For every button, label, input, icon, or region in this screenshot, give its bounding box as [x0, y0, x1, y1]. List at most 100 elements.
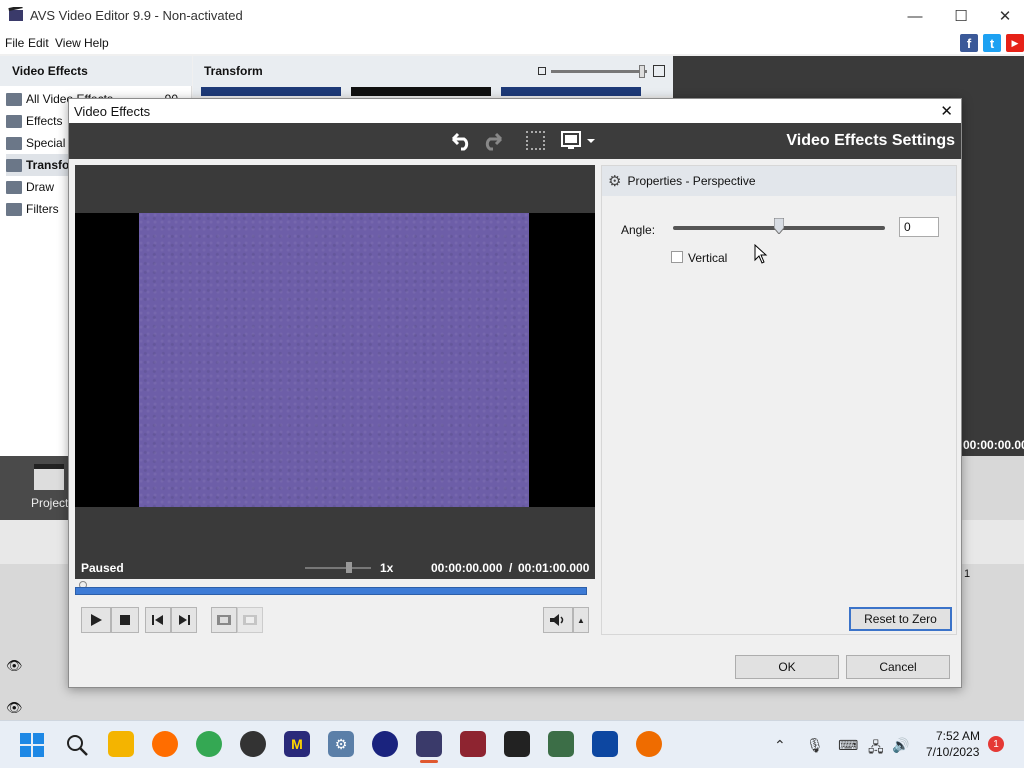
chrome-icon[interactable]: [196, 731, 222, 757]
mark-out-button[interactable]: [237, 607, 263, 633]
firefox-icon[interactable]: [152, 731, 178, 757]
app-titlebar: AVS Video Editor 9.9 - Non-activated — ☐…: [0, 0, 1024, 32]
folder-icon: [6, 136, 22, 150]
next-frame-button[interactable]: [171, 607, 197, 633]
mouse-cursor-icon: [754, 243, 768, 267]
redo-icon[interactable]: [481, 131, 505, 154]
folder-icon: [6, 92, 22, 106]
taskbar-time[interactable]: 7:52 AM: [936, 729, 980, 743]
timeline-ruler-mark: 1: [964, 568, 971, 580]
volume-button[interactable]: [543, 607, 573, 633]
transform-panel-header: Transform: [193, 56, 673, 96]
video-effects-header: Video Effects: [0, 56, 192, 86]
folder-icon: [6, 158, 22, 172]
ok-button[interactable]: OK: [735, 655, 839, 679]
maximize-button[interactable]: ☐: [938, 0, 984, 32]
app-m-icon[interactable]: M: [284, 731, 310, 757]
active-app-indicator: [420, 760, 438, 763]
video-image: [139, 213, 529, 507]
previous-frame-button[interactable]: [145, 607, 171, 633]
file-explorer-icon[interactable]: [108, 731, 134, 757]
menu-file[interactable]: File: [5, 36, 24, 50]
speed-slider[interactable]: [305, 567, 371, 569]
chevron-up-icon[interactable]: ⌃: [774, 737, 786, 754]
eye-icon[interactable]: 👁: [6, 700, 23, 716]
settings-gear-icon[interactable]: ⚙: [328, 731, 354, 757]
notification-badge[interactable]: 1: [988, 736, 1004, 752]
video-app-icon[interactable]: [592, 731, 618, 757]
cancel-button[interactable]: Cancel: [846, 655, 950, 679]
twitter-icon[interactable]: t: [983, 34, 1001, 52]
reset-to-zero-button[interactable]: Reset to Zero: [849, 607, 952, 631]
taskbar-date[interactable]: 7/10/2023: [926, 745, 979, 759]
menu-edit[interactable]: Edit: [28, 36, 49, 50]
playback-status-bar: Paused 1x 00:00:00.000 / 00:01:00.000: [75, 557, 595, 579]
network-icon[interactable]: 🖧: [868, 737, 884, 761]
keyboard-icon[interactable]: ⌨: [838, 737, 858, 754]
thumbnail-size-slider[interactable]: [551, 70, 647, 73]
play-button[interactable]: [81, 607, 111, 633]
volume-expand-icon[interactable]: ▲: [573, 607, 589, 633]
time-separator: /: [509, 561, 513, 575]
dialog-title: Video Effects: [74, 104, 151, 119]
playback-controls: ▲: [75, 607, 595, 635]
gear-icon: ⚙: [608, 173, 622, 190]
speaker-icon[interactable]: 🔊: [892, 737, 909, 754]
effect-thumbnail[interactable]: [501, 87, 641, 96]
timeline-toolbar-right: [962, 520, 1024, 564]
eye-icon[interactable]: 👁: [6, 658, 23, 674]
app-window-icon[interactable]: [548, 731, 574, 757]
microphone-icon[interactable]: 🎙: [806, 737, 824, 754]
thumbnail-slider-handle[interactable]: [639, 65, 645, 78]
close-window-button[interactable]: ✕: [982, 0, 1024, 32]
small-thumb-icon[interactable]: [538, 67, 546, 75]
avs-editor-taskbar-icon[interactable]: [416, 731, 442, 757]
total-time: 00:01:00.000: [518, 561, 590, 575]
timeline-toolbar: [0, 520, 70, 564]
clapperboard-icon: [34, 464, 64, 490]
facebook-icon[interactable]: f: [960, 34, 978, 52]
effect-thumbnail[interactable]: [201, 87, 341, 96]
folder-icon: [6, 202, 22, 216]
vertical-label: Vertical: [688, 251, 728, 265]
windows-start-icon[interactable]: [20, 733, 44, 760]
search-icon[interactable]: [65, 733, 89, 760]
video-effects-dialog: Video Effects ✕ Video Effects Settings P…: [68, 98, 962, 688]
app-round-icon[interactable]: [372, 731, 398, 757]
minimize-button[interactable]: —: [892, 0, 938, 32]
undo-icon[interactable]: [449, 131, 473, 154]
fl-studio-icon[interactable]: [636, 731, 662, 757]
winrar-icon[interactable]: [460, 731, 486, 757]
dialog-toolbar: Video Effects Settings: [69, 123, 961, 159]
folder-icon: [6, 180, 22, 194]
menu-help[interactable]: Help: [84, 36, 109, 50]
speed-slider-handle[interactable]: [346, 562, 352, 573]
menu-view[interactable]: View: [55, 36, 81, 50]
angle-slider-handle[interactable]: [773, 217, 785, 235]
youtube-icon[interactable]: ▶: [1006, 34, 1024, 52]
settings-heading: Video Effects Settings: [786, 132, 955, 149]
vertical-checkbox[interactable]: [671, 251, 683, 263]
seek-bar[interactable]: [75, 587, 587, 595]
current-time: 00:00:00.000: [431, 561, 503, 575]
app-icon: [8, 5, 24, 23]
grid-icon[interactable]: [526, 131, 545, 150]
properties-header: ⚙ Properties - Perspective: [602, 166, 956, 196]
video-frame: [75, 213, 595, 507]
obs-icon[interactable]: [240, 731, 266, 757]
angle-input[interactable]: 0: [899, 217, 939, 237]
folder-icon: [6, 114, 22, 128]
dialog-close-button[interactable]: ✕: [940, 102, 953, 120]
projects-button[interactable]: Projects: [0, 456, 74, 520]
effect-thumbnail[interactable]: [351, 87, 491, 96]
terminal-icon[interactable]: [504, 731, 530, 757]
large-thumb-icon[interactable]: [653, 65, 665, 77]
display-mode-icon[interactable]: [561, 131, 597, 154]
stop-button[interactable]: [111, 607, 139, 633]
angle-label: Angle:: [621, 223, 656, 237]
properties-panel: ⚙ Properties - Perspective Angle: 0 Vert…: [601, 165, 957, 635]
mark-in-button[interactable]: [211, 607, 237, 633]
video-preview: Paused 1x 00:00:00.000 / 00:01:00.000: [75, 165, 595, 579]
dialog-titlebar: Video Effects ✕: [69, 99, 961, 123]
transform-header: Transform: [204, 64, 263, 78]
